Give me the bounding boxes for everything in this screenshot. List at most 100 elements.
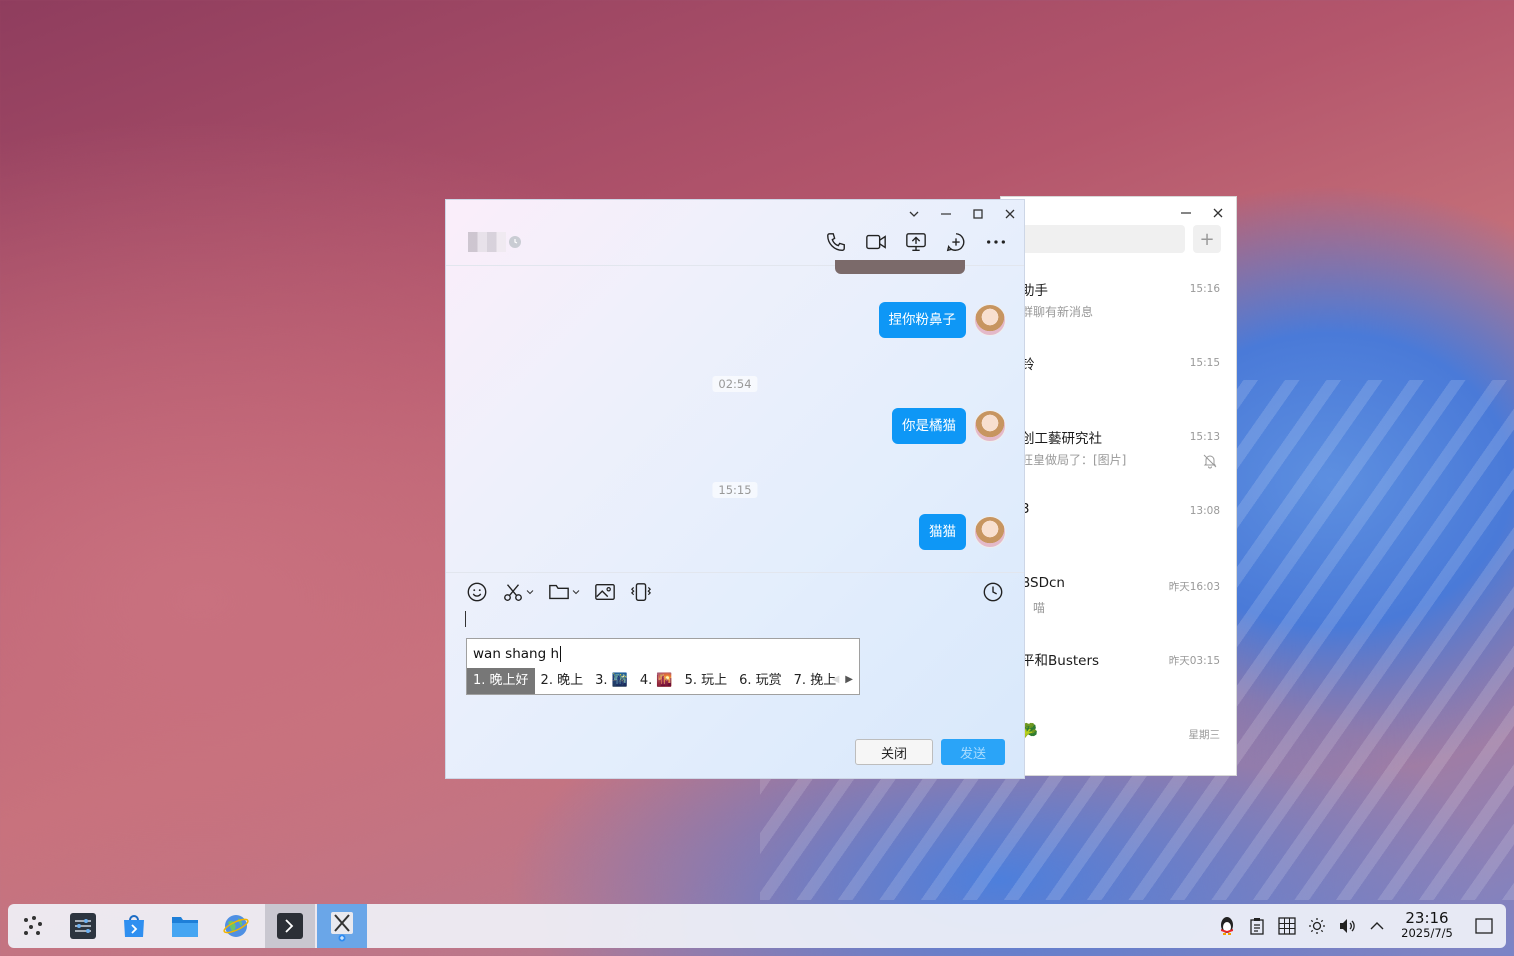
minimize-icon bbox=[941, 213, 951, 215]
ime-caret bbox=[560, 646, 561, 662]
screenshot-button[interactable] bbox=[502, 581, 534, 603]
ime-candidate[interactable]: 4. 🌇 bbox=[634, 668, 679, 694]
globe-app-icon bbox=[223, 915, 249, 937]
ime-prev-page-icon[interactable]: ◀ bbox=[832, 674, 840, 685]
video-camera-icon bbox=[866, 234, 886, 250]
scissors-icon bbox=[504, 584, 522, 601]
emoji-icon bbox=[467, 582, 487, 602]
emoji-button[interactable] bbox=[466, 581, 488, 603]
clock-icon bbox=[509, 236, 521, 248]
video-call-button[interactable] bbox=[864, 230, 888, 254]
message-row: 你是橘猫 bbox=[892, 408, 1006, 444]
send-button[interactable]: 发送 bbox=[941, 739, 1005, 765]
tray-expand[interactable] bbox=[1362, 904, 1392, 948]
conversation-time: 昨天03:15 bbox=[1168, 655, 1220, 667]
ime-input-wrapper: wan shang h bbox=[473, 646, 561, 662]
add-chat-button[interactable] bbox=[944, 230, 968, 254]
launcher-button[interactable] bbox=[8, 904, 58, 948]
conversation-time: 15:16 bbox=[1189, 283, 1220, 295]
avatar[interactable] bbox=[974, 516, 1006, 548]
image-message[interactable] bbox=[835, 260, 965, 274]
taskbar-app-browser[interactable] bbox=[211, 904, 261, 948]
ime-candidate[interactable]: 2. 晚上 bbox=[535, 668, 590, 694]
add-chat-icon bbox=[946, 233, 965, 252]
taskbar-app-store[interactable] bbox=[109, 904, 159, 948]
message-row: 捏你粉鼻子 bbox=[878, 302, 1006, 338]
conversation-time: 星期三 bbox=[1188, 729, 1221, 741]
list-item[interactable]: 助手 15:16 群聊有新消息 bbox=[1001, 267, 1236, 341]
list-item[interactable]: 🥦 星期三 bbox=[1001, 711, 1236, 775]
message-input-caret[interactable] bbox=[465, 611, 466, 627]
show-desktop-icon bbox=[1475, 918, 1493, 934]
message-bubble[interactable]: 你是橘猫 bbox=[892, 408, 966, 444]
add-button[interactable]: + bbox=[1193, 225, 1221, 253]
close-window-button[interactable] bbox=[1208, 203, 1228, 223]
taskbar-app-settings[interactable] bbox=[58, 904, 108, 948]
list-item[interactable]: 创工藝研究社 15:13 旺皇做局了：[图片] bbox=[1001, 415, 1236, 489]
search-input[interactable] bbox=[1021, 225, 1185, 253]
keyboard-icon bbox=[1278, 917, 1296, 935]
chevron-down-icon bbox=[572, 590, 580, 595]
conversation-name: BSDcn bbox=[1021, 575, 1065, 591]
store-app-icon bbox=[124, 915, 144, 937]
conversation-name: 助手 bbox=[1021, 283, 1048, 299]
shake-button[interactable] bbox=[630, 581, 652, 603]
list-item[interactable]: 平和Busters 昨天03:15 、 bbox=[1001, 637, 1236, 711]
image-icon bbox=[595, 583, 615, 601]
folder-app-icon bbox=[172, 917, 198, 937]
clock-date: 2025/7/5 bbox=[1401, 926, 1453, 940]
ime-candidate[interactable]: 1. 晚上好 bbox=[467, 668, 535, 694]
tray-input-method[interactable] bbox=[1272, 904, 1302, 948]
minimize-icon bbox=[1181, 212, 1191, 214]
screen-share-icon bbox=[906, 233, 926, 251]
avatar[interactable] bbox=[974, 410, 1006, 442]
taskbar-clock[interactable]: 23:16 2025/7/5 bbox=[1392, 911, 1462, 941]
chevron-down-icon bbox=[909, 211, 919, 217]
show-desktop-button[interactable] bbox=[1462, 904, 1506, 948]
more-button[interactable] bbox=[984, 230, 1008, 254]
ime-candidate-list: 1. 晚上好 2. 晚上 3. 🌃 4. 🌇 5. 玩上 6. 玩赏 7. 挽上 bbox=[467, 668, 842, 694]
conversation-preview: 群聊有新消息 bbox=[1021, 305, 1094, 319]
tray-brightness[interactable] bbox=[1302, 904, 1332, 948]
taskbar-app-x11[interactable] bbox=[317, 904, 367, 948]
taskbar-app-terminal[interactable] bbox=[265, 904, 315, 948]
contact-name-redacted bbox=[468, 232, 506, 252]
message-area: 捏你粉鼻子 02:54 你是橘猫 15:15 猫猫 bbox=[446, 260, 1024, 572]
clock-time: 23:16 bbox=[1405, 909, 1449, 927]
chevron-up-icon bbox=[1370, 922, 1384, 930]
conversation-time: 15:13 bbox=[1189, 431, 1220, 443]
message-bubble[interactable]: 猫猫 bbox=[919, 514, 966, 550]
clipboard-icon bbox=[1250, 918, 1264, 935]
ime-candidate[interactable]: 5. 玩上 bbox=[679, 668, 734, 694]
tray-clipboard[interactable] bbox=[1242, 904, 1272, 948]
tray-volume[interactable] bbox=[1332, 904, 1362, 948]
taskbar-app-files[interactable] bbox=[160, 904, 210, 948]
voice-call-button[interactable] bbox=[824, 230, 848, 254]
clock-icon bbox=[983, 582, 1003, 602]
avatar[interactable] bbox=[974, 304, 1006, 336]
time-label: 02:54 bbox=[712, 376, 758, 392]
history-button[interactable] bbox=[982, 581, 1004, 607]
x11-app-icon bbox=[331, 912, 353, 942]
list-item[interactable]: 铃 15:15 bbox=[1001, 341, 1236, 415]
list-item[interactable]: BSDcn 昨天16:03 ：喵 bbox=[1001, 563, 1236, 637]
ime-next-page-icon[interactable]: ▶ bbox=[845, 674, 853, 685]
penguin-icon bbox=[1221, 917, 1233, 935]
close-icon bbox=[1213, 208, 1223, 218]
file-button[interactable] bbox=[548, 581, 580, 603]
minimize-button[interactable] bbox=[1176, 203, 1196, 223]
message-bubble[interactable]: 捏你粉鼻子 bbox=[878, 302, 966, 338]
image-button[interactable] bbox=[594, 581, 616, 603]
launcher-icon bbox=[24, 916, 42, 935]
time-label: 15:15 bbox=[712, 482, 758, 498]
contact-list-window: + 助手 15:16 群聊有新消息 铃 15:15 创工藝研究社 15:13 旺… bbox=[1000, 196, 1237, 776]
close-button[interactable]: 关闭 bbox=[855, 739, 933, 765]
tray-qq[interactable] bbox=[1212, 904, 1242, 948]
list-item[interactable]: 3 13:08 bbox=[1001, 489, 1236, 563]
chat-window: 捏你粉鼻子 02:54 你是橘猫 15:15 猫猫 wan shang h 1.… bbox=[445, 199, 1025, 779]
screen-share-button[interactable] bbox=[904, 230, 928, 254]
ime-candidate[interactable]: 6. 玩赏 bbox=[733, 668, 788, 694]
settings-app-icon bbox=[70, 913, 96, 939]
system-tray: 23:16 2025/7/5 bbox=[1212, 904, 1506, 948]
ime-candidate[interactable]: 3. 🌃 bbox=[589, 668, 634, 694]
